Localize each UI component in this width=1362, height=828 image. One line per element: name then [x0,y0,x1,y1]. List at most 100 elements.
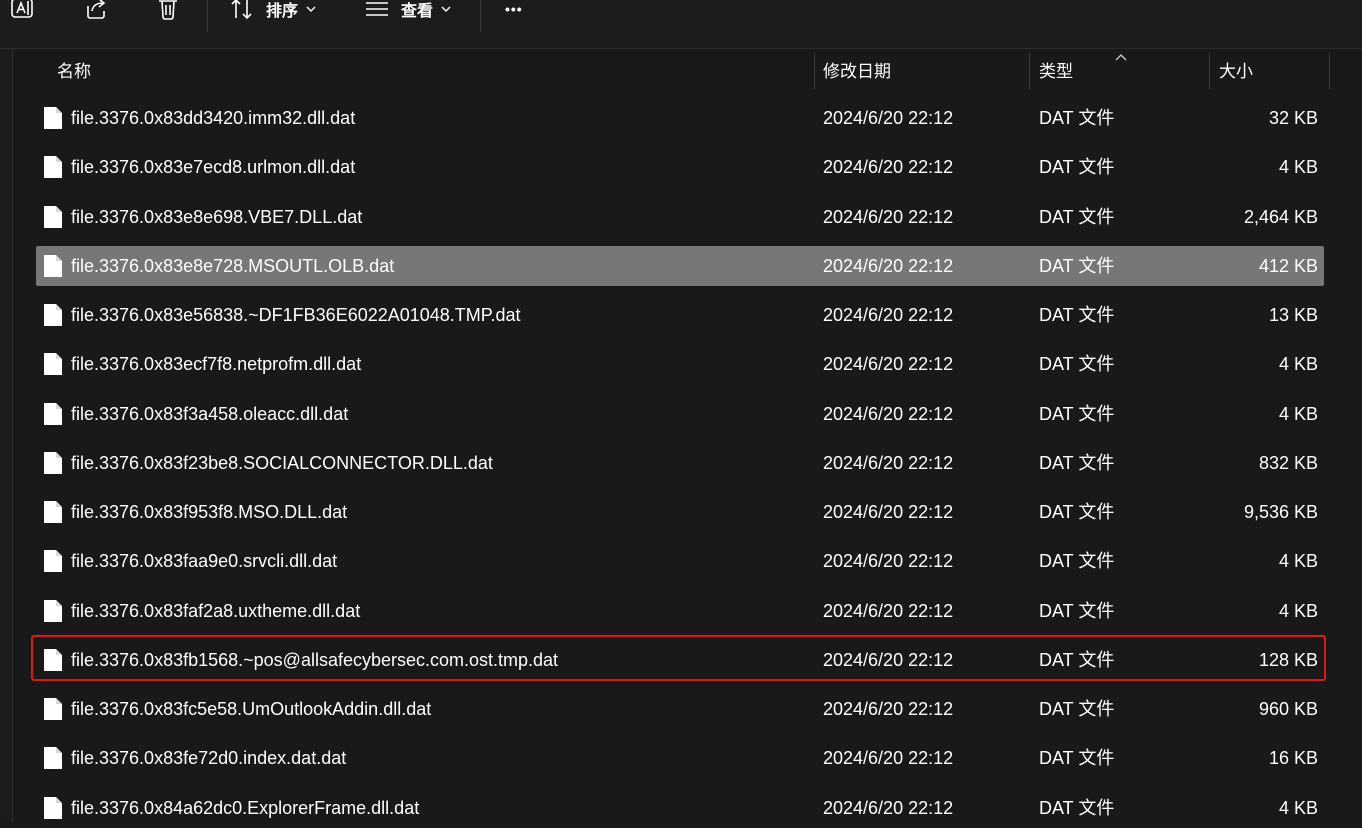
file-row[interactable]: file.3376.0x83ecf7f8.netprofm.dll.dat 202… [36,344,1324,384]
rename-button[interactable] [10,0,36,20]
file-type: DAT 文件 [1039,207,1115,227]
column-divider[interactable] [814,53,815,89]
file-type: DAT 文件 [1039,305,1115,325]
file-name: file.3376.0x83faa9e0.srvcli.dll.dat [71,551,338,571]
file-name: file.3376.0x84a62dc0.ExplorerFrame.dll.d… [71,798,420,818]
file-icon [44,501,62,528]
view-button[interactable]: 查看 [365,0,451,20]
toolbar-divider [207,0,208,32]
file-row[interactable]: file.3376.0x83f23be8.SOCIALCONNECTOR.DLL… [36,443,1324,483]
column-header-name-label: 名称 [57,61,91,81]
sort-label: 排序 [266,3,299,20]
file-modified-date: 2024/6/20 22:12 [823,551,954,571]
column-header-date[interactable]: 修改日期 [823,49,1029,89]
share-icon [84,0,108,20]
file-row[interactable]: file.3376.0x83fb1568.~pos@allsafecyberse… [36,640,1324,680]
file-name: file.3376.0x83e56838.~DF1FB36E6022A01048… [71,305,521,325]
file-icon [44,452,62,479]
file-modified-date: 2024/6/20 22:12 [823,305,954,325]
file-type: DAT 文件 [1039,404,1115,424]
file-modified-date: 2024/6/20 22:12 [823,354,954,374]
sort-icon [230,0,254,20]
file-size: 4 KB [1278,601,1318,621]
file-modified-date: 2024/6/20 22:12 [823,748,954,768]
file-modified-date: 2024/6/20 22:12 [823,798,954,818]
toolbar-divider [480,0,481,32]
file-type: DAT 文件 [1039,798,1115,818]
file-size: 4 KB [1278,157,1318,177]
file-name: file.3376.0x83e8e728.MSOUTL.OLB.dat [71,256,395,276]
file-icon [44,304,62,331]
file-size: 4 KB [1278,798,1318,818]
file-row[interactable]: file.3376.0x83e8e698.VBE7.DLL.dat 2024/6/… [36,197,1324,237]
file-name: file.3376.0x83f953f8.MSO.DLL.dat [71,502,348,522]
more-icon: ••• [505,1,523,17]
chevron-down-icon [441,5,451,13]
file-name: file.3376.0x83e8e698.VBE7.DLL.dat [71,207,363,227]
file-name: file.3376.0x83f23be8.SOCIALCONNECTOR.DLL… [71,453,493,473]
chevron-down-icon [306,5,316,13]
file-row[interactable]: file.3376.0x84a62dc0.ExplorerFrame.dll.d… [36,788,1324,828]
sort-button[interactable]: 排序 [230,0,316,20]
file-size: 832 KB [1258,453,1318,473]
file-size: 2,464 KB [1243,207,1318,227]
file-row[interactable]: file.3376.0x83e7ecd8.urlmon.dll.dat 2024/… [36,147,1324,187]
file-icon [44,649,62,676]
file-row[interactable]: file.3376.0x83f3a458.oleacc.dll.dat 2024/… [36,394,1324,434]
file-modified-date: 2024/6/20 22:12 [823,502,954,522]
file-icon [44,403,62,430]
column-divider[interactable] [1329,53,1330,89]
file-size: 128 KB [1258,650,1318,670]
file-name: file.3376.0x83ecf7f8.netprofm.dll.dat [71,354,362,374]
file-name: file.3376.0x83fe72d0.index.dat.dat [71,748,347,768]
file-row[interactable]: file.3376.0x83fc5e58.UmOutlookAddin.dll.… [36,689,1324,729]
command-bar: 排序 查看 ••• [0,0,1362,49]
file-name: file.3376.0x83fb1568.~pos@allsafecyberse… [71,650,559,670]
file-size: 4 KB [1278,404,1318,424]
rename-icon [10,0,36,20]
file-icon [44,206,62,233]
column-divider[interactable] [1209,53,1210,89]
file-size: 32 KB [1268,108,1318,128]
file-row[interactable]: file.3376.0x83fe72d0.index.dat.dat 2024/6… [36,738,1324,778]
file-type: DAT 文件 [1039,699,1115,719]
file-row[interactable]: file.3376.0x83faf2a8.uxtheme.dll.dat 2024… [36,591,1324,631]
more-options-button[interactable]: ••• [505,0,523,20]
file-type: DAT 文件 [1039,453,1115,473]
share-button[interactable] [84,0,108,20]
file-modified-date: 2024/6/20 22:12 [823,207,954,227]
file-type: DAT 文件 [1039,650,1115,670]
file-icon [44,747,62,774]
file-type: DAT 文件 [1039,551,1115,571]
file-size: 4 KB [1278,354,1318,374]
column-header-bar: 名称 修改日期 类型 大小 [13,49,1362,89]
file-type: DAT 文件 [1039,748,1115,768]
file-row[interactable]: file.3376.0x83e8e728.MSOUTL.OLB.dat 2024/… [36,246,1324,286]
column-header-name[interactable]: 名称 [57,49,814,89]
file-size: 4 KB [1278,551,1318,571]
file-modified-date: 2024/6/20 22:12 [823,650,954,670]
file-size: 16 KB [1268,748,1318,768]
column-header-type-label: 类型 [1039,61,1073,81]
file-icon [44,353,62,380]
file-row[interactable]: file.3376.0x83f953f8.MSO.DLL.dat 2024/6/2… [36,492,1324,532]
column-divider[interactable] [1029,53,1030,89]
file-icon [44,797,62,824]
file-modified-date: 2024/6/20 22:12 [823,256,954,276]
file-size: 13 KB [1268,305,1318,325]
file-row[interactable]: file.3376.0x83dd3420.imm32.dll.dat 2024/6… [36,98,1324,138]
file-name: file.3376.0x83faf2a8.uxtheme.dll.dat [71,601,361,621]
file-type: DAT 文件 [1039,256,1115,276]
file-name: file.3376.0x83dd3420.imm32.dll.dat [71,108,356,128]
file-icon [44,698,62,725]
file-name: file.3376.0x83fc5e58.UmOutlookAddin.dll.… [71,699,432,719]
file-row[interactable]: file.3376.0x83faa9e0.srvcli.dll.dat 2024/… [36,541,1324,581]
file-name: file.3376.0x83e7ecd8.urlmon.dll.dat [71,157,356,177]
sort-ascending-icon [1115,49,1127,67]
view-label: 查看 [401,3,434,20]
delete-button[interactable] [156,0,180,20]
column-header-size[interactable]: 大小 [1219,49,1329,89]
column-header-size-label: 大小 [1219,61,1253,81]
file-row[interactable]: file.3376.0x83e56838.~DF1FB36E6022A01048… [36,295,1324,335]
file-name: file.3376.0x83f3a458.oleacc.dll.dat [71,404,349,424]
